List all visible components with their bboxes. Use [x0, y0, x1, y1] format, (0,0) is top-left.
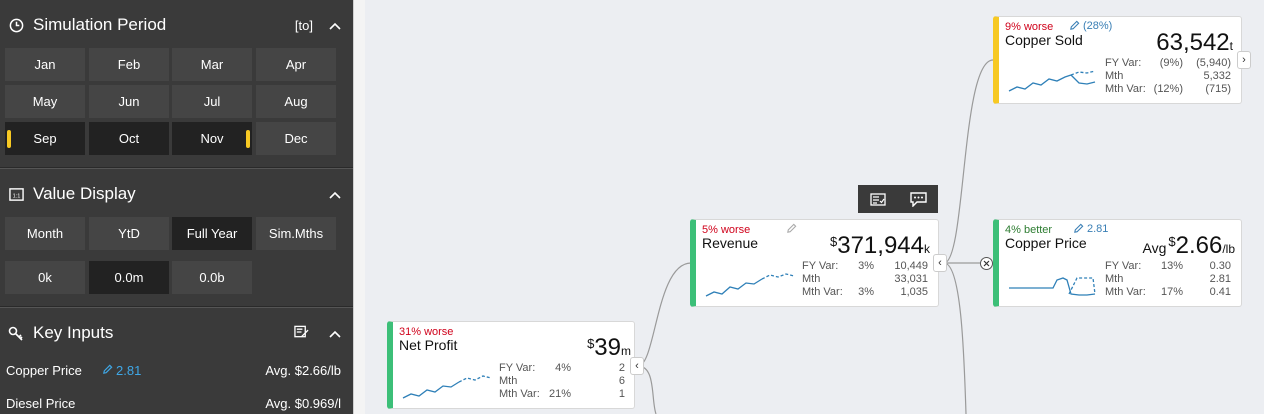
month-sep-button[interactable]: Sep — [5, 122, 85, 155]
node-title: Net Profit — [399, 337, 458, 353]
month-nov-button[interactable]: Nov — [172, 122, 252, 155]
mode-full-year-button[interactable]: Full Year — [172, 217, 252, 250]
value-display-header[interactable]: 1:1 Value Display — [0, 171, 353, 217]
node-copper-price[interactable]: 4% better 2.81 Copper Price Avg $2.66/lb … — [993, 219, 1242, 307]
node-value: $39m — [587, 334, 631, 361]
node-stats: FY Var: 4% 2 Mth 6 Mth Var: 21% 1 — [499, 362, 625, 400]
value-display-icon: 1:1 — [8, 186, 24, 202]
node-toolbar — [858, 185, 938, 213]
collapse-chevron-icon[interactable] — [329, 187, 341, 202]
period-start-marker[interactable] — [7, 130, 11, 148]
key-input-label: Copper Price — [6, 363, 82, 378]
key-inputs-title: Key Inputs — [33, 323, 114, 342]
key-input-row-copper-price[interactable]: Copper Price 2.81 Avg. $2.66/lb — [0, 358, 353, 384]
node-stats: FY Var: 3% 10,449 Mth 33,031 Mth Var: 3%… — [802, 260, 928, 298]
expand-children-icon[interactable]: › — [1237, 51, 1251, 69]
comment-icon[interactable] — [906, 189, 930, 209]
month-jun-button[interactable]: Jun — [89, 85, 169, 118]
driver-tree-canvas: 31% worse Net Profit $39m FY Var: 4% 2 M… — [366, 0, 1264, 414]
node-value: $371,944k — [830, 232, 930, 259]
section-divider — [0, 167, 353, 169]
operator-multiply-icon — [980, 257, 993, 270]
sparkline-chart — [1008, 70, 1096, 92]
month-aug-button[interactable]: Aug — [256, 85, 336, 118]
month-nov-label: Nov — [200, 131, 224, 146]
node-revenue[interactable]: 5% worse Revenue $371,944k FY Var: 3% 10… — [690, 219, 939, 307]
key-input-row-diesel-price[interactable]: Diesel Price Avg. $0.969/l — [0, 391, 353, 414]
month-may-button[interactable]: May — [5, 85, 85, 118]
mode-ytd-button[interactable]: YtD — [89, 217, 169, 250]
mode-sim-mths-button[interactable]: Sim.Mths — [256, 217, 336, 250]
range-to-label[interactable]: [to] — [295, 18, 313, 33]
node-value: 63,542t — [1156, 29, 1233, 56]
node-title: Revenue — [702, 235, 759, 251]
sparkline-chart — [705, 273, 795, 297]
pencil-icon[interactable] — [102, 363, 113, 378]
override-variance[interactable]: (28%) — [1083, 20, 1112, 32]
node-net-profit[interactable]: 31% worse Net Profit $39m FY Var: 4% 2 M… — [387, 321, 635, 409]
override-value[interactable]: 2.81 — [1087, 223, 1108, 235]
node-stats: FY Var: (9%) (5,940) Mth 5,332 Mth Var: … — [1105, 57, 1231, 95]
notes-edit-icon[interactable] — [294, 325, 309, 342]
key-input-value: Avg. $2.66/lb — [265, 363, 341, 378]
collapse-children-icon[interactable]: ‹ — [933, 254, 947, 272]
month-mar-button[interactable]: Mar — [172, 48, 252, 81]
sidebar-resize-edge[interactable] — [353, 0, 365, 414]
collapse-chevron-icon[interactable] — [329, 326, 341, 341]
key-input-value: Avg. $0.969/l — [265, 396, 341, 411]
month-sep-label: Sep — [33, 131, 57, 146]
value-display-title: Value Display — [33, 184, 136, 203]
simulation-period-title: Simulation Period — [33, 15, 167, 34]
month-jan-button[interactable]: Jan — [5, 48, 85, 81]
key-input-label: Diesel Price — [6, 396, 76, 411]
month-apr-button[interactable]: Apr — [256, 48, 336, 81]
scale-thousands-button[interactable]: 0k — [5, 261, 85, 294]
clock-icon — [8, 17, 24, 33]
simulation-period-header[interactable]: Simulation Period [to] — [0, 2, 353, 48]
collapse-chevron-icon[interactable] — [329, 18, 341, 33]
month-oct-button[interactable]: Oct — [89, 122, 169, 155]
key-inputs-header[interactable]: Key Inputs — [0, 310, 353, 356]
key-icon — [8, 325, 24, 341]
sparkline-chart — [402, 375, 492, 399]
checklist-icon[interactable] — [866, 189, 890, 209]
node-title: Copper Price — [1005, 235, 1087, 251]
scale-billions-button[interactable]: 0.0b — [172, 261, 252, 294]
pencil-icon[interactable] — [786, 223, 797, 237]
collapse-children-icon[interactable]: ‹ — [630, 357, 644, 375]
sparkline-chart — [1009, 277, 1096, 296]
period-end-marker[interactable] — [246, 130, 250, 148]
month-feb-button[interactable]: Feb — [89, 48, 169, 81]
node-stats: FY Var: 13% 0.30 Mth 2.81 Mth Var: 17% 0… — [1105, 260, 1231, 298]
svg-text:1:1: 1:1 — [12, 193, 20, 199]
node-title: Copper Sold — [1005, 32, 1083, 48]
node-value: Avg $2.66/lb — [1142, 232, 1235, 259]
month-dec-button[interactable]: Dec — [256, 122, 336, 155]
node-copper-sold[interactable]: 9% worse (28%) Copper Sold 63,542t FY Va… — [993, 16, 1242, 104]
key-input-override-value[interactable]: 2.81 — [116, 363, 141, 378]
mode-month-button[interactable]: Month — [5, 217, 85, 250]
section-divider — [0, 306, 353, 308]
sidebar: Simulation Period [to] Jan Feb Mar Apr M… — [0, 0, 353, 414]
month-jul-button[interactable]: Jul — [172, 85, 252, 118]
scale-millions-button[interactable]: 0.0m — [89, 261, 169, 294]
